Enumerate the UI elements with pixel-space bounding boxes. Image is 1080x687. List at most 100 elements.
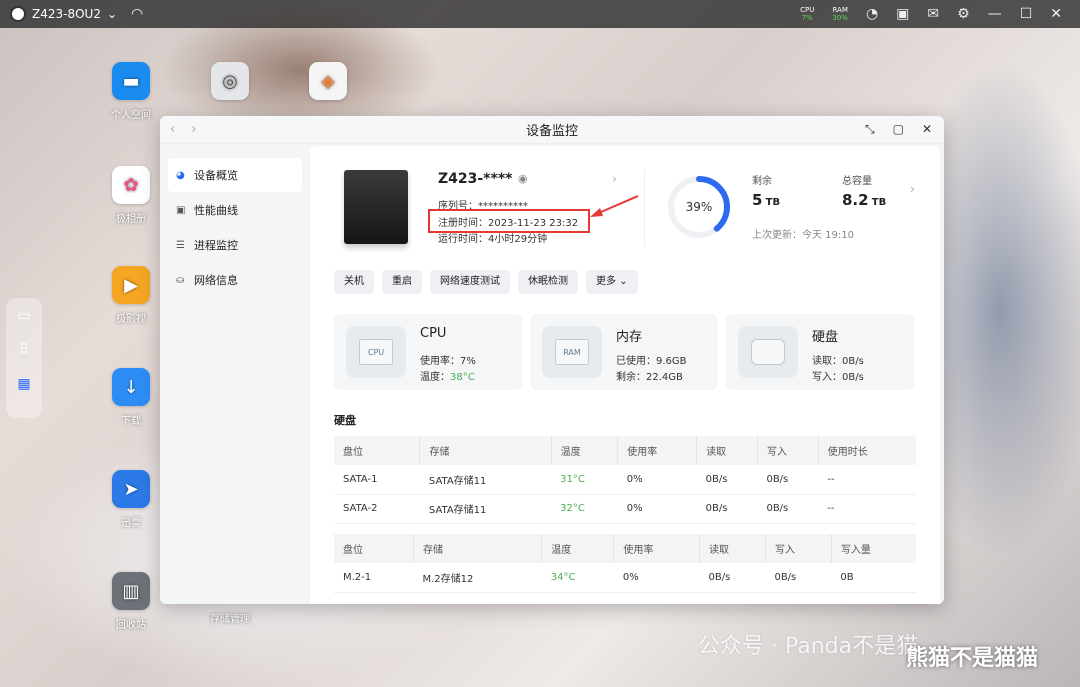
bird-icon: ➤ (112, 470, 150, 508)
sidebar-item-processes[interactable]: ☰ 进程监控 (168, 228, 302, 262)
chevron-down-icon: ⌄ (619, 276, 628, 287)
list-icon: ☰ (176, 239, 185, 251)
device-menu[interactable]: Z423-8OU2 ⌄ (10, 6, 117, 22)
desktop-icon-download[interactable]: ↓ 下载 (91, 368, 171, 427)
sidebar-item-performance[interactable]: ▣ 性能曲线 (168, 193, 302, 227)
watermark-author: 熊猫不是猫猫 (906, 646, 1039, 671)
last-updated: 上次更新：今天 19:10 (752, 230, 854, 241)
collapse-icon[interactable]: ⤡ (865, 122, 875, 137)
table-cell: 0B/s (696, 494, 758, 524)
table-cell: 0B/s (699, 563, 766, 593)
storage-free-value: 5 (752, 191, 763, 209)
sidebar-item-network[interactable]: ⛀ 网络信息 (168, 263, 302, 297)
memory-free-value: 22.4GB (646, 372, 683, 383)
column-header: 温度 (541, 534, 614, 563)
cpu-usage-value: 7% (460, 356, 476, 367)
chart-app-icon[interactable]: ▦ (17, 376, 30, 392)
mail-icon[interactable]: ✉ (927, 6, 939, 22)
storage-total: 总容量 8.2 TB (842, 172, 886, 209)
column-header: 使用率 (613, 534, 700, 563)
cpu-card[interactable]: CPU CPU 使用率：7% 温度：38°C (334, 314, 522, 390)
table-cell: 0B (831, 563, 916, 593)
table-cell: -- (818, 494, 916, 524)
sata-disk-table: 盘位 存储 温度 使用率 读取 写入 使用时长 SATA-1 SATA存储11 … (334, 436, 916, 524)
memory-card[interactable]: RAM 内存 已使用：9.6GB 剩余：22.4GB (530, 314, 718, 390)
device-monitor-window: ‹ › 设备监控 ⤡ ▢ ✕ ◕ 设备概览 ▣ 性能曲线 ☰ 进程监控 ⛀ 网络… (160, 116, 944, 604)
desktop-icon-label: 下载 (121, 416, 141, 427)
wifi-icon[interactable]: ◠ (131, 6, 143, 22)
gauge-icon[interactable]: ◔ (866, 6, 878, 22)
column-header: 存储 (412, 534, 542, 563)
forward-icon[interactable]: › (191, 122, 196, 137)
desktop-icon-label: 极影视 (116, 314, 146, 325)
desktop-icon-storage[interactable]: 存储管理 (190, 610, 270, 625)
column-header: 盘位 (334, 534, 414, 563)
m2-disk-table: 盘位 存储 温度 使用率 读取 写入 写入量 M.2-1 M.2存储12 34°… (334, 534, 916, 593)
grid-icon[interactable]: ⠿ (19, 342, 29, 358)
sidebar-item-overview[interactable]: ◕ 设备概览 (168, 158, 302, 192)
desktop-icon-label: 个人空间 (111, 110, 151, 121)
desktop-icon-photos[interactable]: ✿ 极相册 (91, 166, 171, 225)
table-cell: SATA存储11 (419, 465, 552, 495)
desktop-icon-label: 回收站 (116, 620, 146, 631)
ram-meter-label: RAM (832, 6, 848, 14)
column-header: 使用率 (617, 436, 697, 465)
disk-write-value: 0B/s (842, 372, 864, 383)
cpu-meter-value: 7% (801, 14, 813, 22)
chevron-right-icon[interactable]: › (612, 172, 617, 186)
restart-button[interactable]: 重启 (382, 270, 422, 294)
table-row[interactable]: SATA-1 SATA存储11 31°C 0% 0B/s 0B/s -- (334, 465, 916, 495)
storage-free-label: 剩余 (752, 176, 772, 187)
sidebar-item-label: 设备概览 (194, 169, 238, 182)
table-cell: 31°C (551, 465, 618, 495)
cpu-temp-value: 38°C (450, 372, 475, 383)
monitor-icon[interactable]: ▭ (17, 308, 30, 324)
disk-read-label: 读取： (812, 356, 842, 367)
shutdown-button[interactable]: 关机 (334, 270, 374, 294)
table-row[interactable]: SATA-2 SATA存储11 32°C 0% 0B/s 0B/s -- (334, 494, 916, 524)
speed-test-button[interactable]: 网络速度测试 (430, 270, 510, 294)
window-title: 设备监控 (525, 124, 578, 139)
cpu-temp: 温度：38°C (420, 368, 475, 383)
ram-chip-label: RAM (555, 339, 589, 365)
desktop-icon-settings-app[interactable]: ◎ (190, 62, 270, 106)
desktop-icon-thunder[interactable]: ➤ 迅雷 (91, 470, 171, 529)
ram-meter-value: 30% (832, 14, 848, 22)
sidebar-item-label: 进程监控 (194, 239, 238, 252)
gear-icon[interactable]: ⚙ (957, 6, 970, 22)
table-cell: 0B/s (757, 494, 819, 524)
desktop-icon-video[interactable]: ▶ 极影视 (91, 266, 171, 325)
table-row[interactable]: M.2-1 M.2存储12 34°C 0% 0B/s 0B/s 0B (334, 563, 916, 593)
minimize-icon[interactable]: — (988, 6, 1002, 22)
desktop-icon-personal-space[interactable]: ▬ 个人空间 (91, 62, 171, 121)
monitor-icon[interactable]: ▣ (896, 6, 909, 22)
cpu-chip-icon: CPU (346, 326, 406, 378)
close-icon[interactable]: ✕ (1050, 6, 1062, 22)
cpu-temp-label: 温度： (420, 372, 450, 383)
table-cell: 0B/s (696, 465, 758, 495)
more-button[interactable]: 更多 ⌄ (586, 270, 638, 294)
disk-card[interactable]: 硬盘 读取：0B/s 写入：0B/s (726, 314, 914, 390)
avatar (10, 6, 26, 22)
column-header: 写入量 (830, 534, 916, 563)
maximize-icon[interactable]: ☐ (1020, 6, 1033, 22)
desktop-icon-layers-app[interactable]: ◈ (288, 62, 368, 106)
maximize-icon[interactable]: ▢ (893, 122, 904, 137)
sleep-check-button[interactable]: 休眠检测 (518, 270, 578, 294)
system-topbar: Z423-8OU2 ⌄ ◠ CPU 7% RAM 30% ◔ ▣ ✉ ⚙ — ☐… (0, 0, 1080, 28)
ram-meter[interactable]: RAM 30% (832, 6, 848, 22)
chevron-right-icon[interactable]: › (910, 182, 915, 196)
desktop-icon-trash[interactable]: ▥ 回收站 (91, 572, 171, 631)
cpu-meter[interactable]: CPU 7% (800, 6, 814, 22)
chart-icon: ▣ (176, 204, 186, 216)
storage-total-unit: TB (871, 197, 887, 208)
close-icon[interactable]: ✕ (922, 122, 932, 137)
table-cell: SATA存储11 (419, 494, 552, 524)
memory-card-title: 内存 (616, 330, 643, 345)
table-cell: 0B/s (757, 465, 819, 495)
cpu-meter-label: CPU (800, 6, 815, 14)
eye-icon[interactable]: ◉ (518, 172, 528, 185)
back-icon[interactable]: ‹ (170, 122, 175, 137)
storage-total-value: 8.2 (842, 191, 869, 209)
desktop-icon-label: 极相册 (116, 214, 146, 225)
